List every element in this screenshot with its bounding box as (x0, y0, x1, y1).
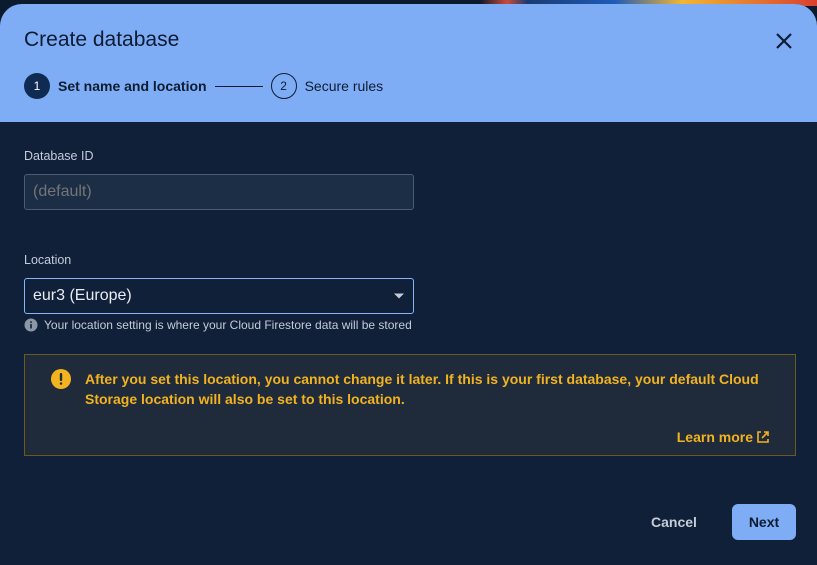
location-select[interactable]: eur3 (Europe) (24, 278, 414, 314)
learn-more-link[interactable]: Learn more (677, 429, 770, 445)
dialog-header: Create database 1 Set name and location … (0, 4, 817, 122)
step-connector (214, 85, 263, 87)
warning-icon (51, 369, 71, 389)
dialog-title: Create database (24, 28, 180, 51)
learn-more-label: Learn more (676, 429, 753, 445)
dropdown-arrow-icon (394, 293, 404, 299)
close-icon (776, 33, 792, 49)
step-2-number: 2 (270, 73, 297, 99)
external-link-icon (757, 431, 769, 443)
location-warning-banner: After you set this location, you cannot … (24, 354, 796, 456)
next-button[interactable]: Next (732, 504, 796, 540)
create-database-dialog: Create database 1 Set name and location … (0, 4, 817, 565)
location-label: Location (24, 253, 72, 267)
cancel-button[interactable]: Cancel (636, 504, 712, 540)
location-hint: Your location setting is where your Clou… (24, 318, 412, 332)
warning-text: After you set this location, you cannot … (85, 371, 759, 407)
close-button[interactable] (771, 28, 797, 54)
stepper: 1 Set name and location 2 Secure rules (24, 73, 383, 99)
location-value: eur3 (Europe) (33, 287, 132, 304)
step-2-label: Secure rules (304, 78, 384, 94)
step-1-number: 1 (24, 73, 50, 99)
location-hint-text: Your location setting is where your Clou… (44, 318, 412, 332)
database-id-label: Database ID (24, 149, 94, 163)
database-id-input[interactable] (24, 174, 414, 210)
step-1-label: Set name and location (58, 78, 207, 94)
info-icon (24, 318, 38, 332)
